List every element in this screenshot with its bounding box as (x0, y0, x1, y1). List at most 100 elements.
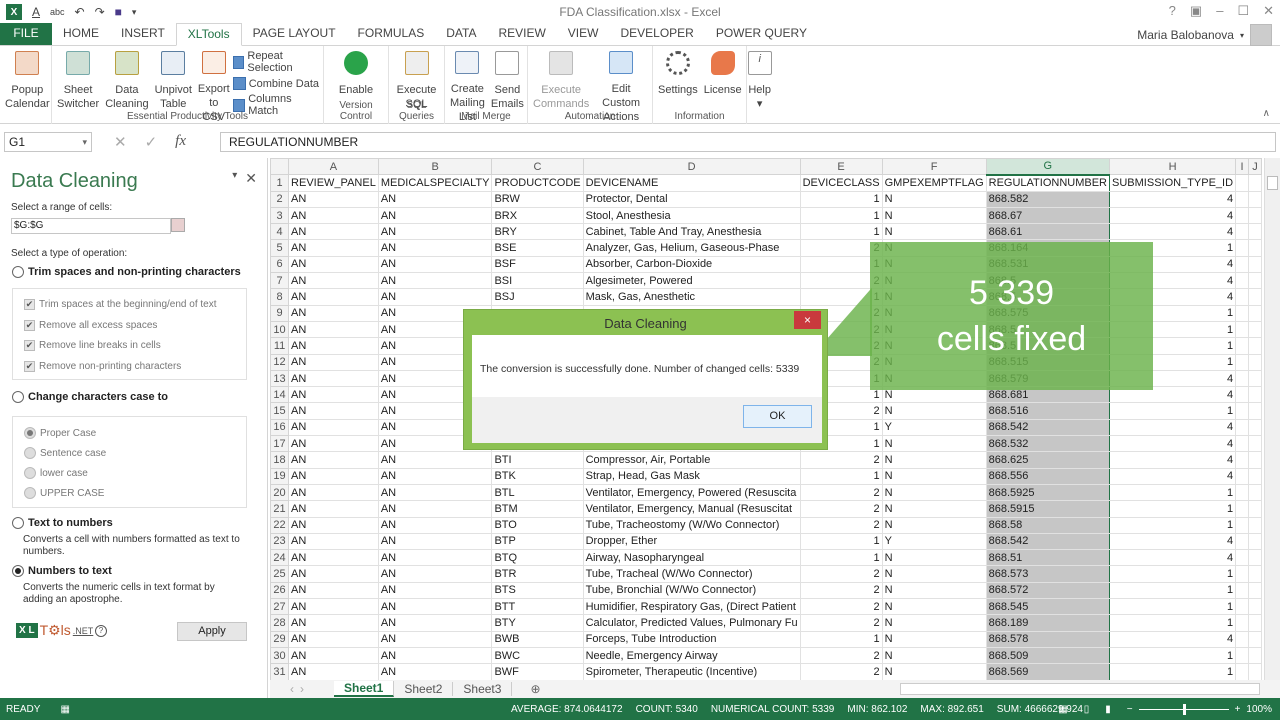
cell[interactable]: BTM (491, 500, 584, 518)
cell[interactable] (1248, 174, 1262, 192)
range-select-icon[interactable] (171, 218, 185, 232)
cell[interactable] (1248, 239, 1262, 257)
column-header-d[interactable]: D (582, 158, 801, 176)
cell[interactable]: AN (377, 255, 493, 274)
zoom-slider[interactable] (1138, 703, 1229, 715)
cell[interactable]: 868.5925 (985, 483, 1111, 502)
cell[interactable]: AN (377, 516, 493, 534)
cell[interactable]: 2 (799, 516, 883, 534)
cell[interactable]: Stool, Anesthesia (582, 206, 801, 225)
cell[interactable]: Ventilator, Emergency, Powered (Resuscit… (582, 483, 801, 502)
cell[interactable]: N (881, 614, 987, 632)
cell[interactable]: 4 (1109, 223, 1237, 241)
column-header-f[interactable]: F (881, 158, 987, 176)
cell[interactable]: AN (377, 206, 493, 225)
cell[interactable]: AN (288, 272, 379, 290)
select-all-corner[interactable] (270, 158, 290, 176)
cell[interactable] (1235, 483, 1250, 502)
cell[interactable]: N (881, 516, 987, 534)
cell[interactable]: 2 (799, 663, 883, 680)
cell[interactable]: MEDICALSPECIALTY (377, 174, 493, 192)
radio-numbers-to-text[interactable]: Numbers to text (12, 565, 112, 577)
row-header[interactable]: 30 (270, 646, 290, 665)
cell[interactable]: 4 (1109, 190, 1237, 208)
cell[interactable]: 2 (799, 565, 883, 583)
cell[interactable] (1248, 451, 1262, 469)
cell[interactable]: N (881, 435, 987, 453)
tab-view[interactable]: VIEW (557, 23, 610, 45)
cell[interactable]: Mask, Gas, Anesthetic (582, 288, 801, 306)
cell[interactable]: BWF (491, 663, 584, 680)
ribbon-display-icon[interactable]: ▣ (1190, 3, 1202, 19)
cell[interactable]: 868.569 (985, 663, 1111, 680)
zoom-in-icon[interactable]: + (1235, 704, 1241, 715)
tab-home[interactable]: HOME (52, 23, 110, 45)
customize-icon[interactable]: ▾ (132, 7, 137, 18)
cell[interactable]: Ventilator, Emergency, Manual (Resuscita… (582, 500, 801, 518)
cell[interactable]: 2 (799, 500, 883, 518)
cell[interactable] (1248, 418, 1262, 437)
cell[interactable]: BTL (491, 483, 584, 502)
cancel-icon[interactable]: ✕ (114, 133, 127, 151)
user-name[interactable]: Maria Balobanova (1137, 28, 1234, 42)
cell[interactable]: AN (288, 353, 379, 371)
cell[interactable]: 868.509 (985, 646, 1111, 665)
case-option[interactable]: lower case (24, 467, 88, 479)
cell[interactable]: 4 (1109, 206, 1237, 225)
vertical-scrollbar[interactable] (1264, 158, 1280, 680)
cell[interactable]: 4 (1109, 418, 1237, 437)
cell[interactable] (1248, 369, 1262, 388)
cell[interactable]: REVIEW_PANEL (288, 174, 379, 192)
cell[interactable]: AN (288, 402, 379, 420)
cell[interactable]: BTP (491, 532, 584, 551)
cell[interactable]: BSJ (491, 288, 584, 306)
cell[interactable]: AN (377, 646, 493, 665)
cell[interactable]: BTQ (491, 549, 584, 567)
cell[interactable] (1235, 402, 1250, 420)
cell[interactable]: AN (288, 288, 379, 306)
redo-icon[interactable]: ↷ (95, 5, 105, 19)
cell[interactable]: AN (377, 663, 493, 680)
cell[interactable] (1235, 614, 1250, 632)
cell[interactable]: 868.51 (985, 549, 1111, 567)
cell[interactable] (1235, 239, 1250, 257)
cell[interactable]: AN (288, 386, 379, 404)
cell[interactable]: 868.189 (985, 614, 1111, 632)
cell[interactable] (1248, 581, 1262, 600)
cell[interactable]: AN (288, 223, 379, 241)
cell[interactable]: 1 (799, 206, 883, 225)
minimize-icon[interactable]: – (1216, 3, 1223, 19)
cell[interactable] (1235, 369, 1250, 388)
row-header[interactable]: 15 (270, 402, 290, 420)
cell[interactable] (1248, 483, 1262, 502)
tab-formulas[interactable]: FORMULAS (347, 23, 436, 45)
cell[interactable]: 2 (799, 598, 883, 616)
cell[interactable]: AN (288, 663, 379, 680)
cell[interactable]: 1 (1109, 598, 1237, 616)
cell[interactable] (1235, 435, 1250, 453)
cell[interactable]: 1 (1109, 663, 1237, 680)
cell[interactable]: 2 (799, 451, 883, 469)
case-option[interactable]: Sentence case (24, 447, 106, 459)
cell[interactable]: DEVICENAME (582, 174, 801, 192)
cell[interactable]: 868.67 (985, 206, 1111, 225)
cell[interactable] (1248, 532, 1262, 551)
column-header-a[interactable]: A (288, 158, 379, 176)
cell[interactable]: AN (377, 549, 493, 567)
cell[interactable]: 868.625 (985, 451, 1111, 469)
cell[interactable]: AN (377, 190, 493, 208)
cell[interactable]: Tube, Bronchial (W/Wo Connector) (582, 581, 801, 600)
page-break-view-icon[interactable]: ▮ (1105, 704, 1111, 715)
cell[interactable]: 1 (799, 630, 883, 648)
cell[interactable]: Algesimeter, Powered (582, 272, 801, 290)
popup-calendar-button[interactable]: Popup Calendar (2, 48, 53, 124)
cell[interactable]: N (881, 500, 987, 518)
cell[interactable]: N (881, 451, 987, 469)
prev-sheet-icon[interactable]: ‹ (290, 682, 294, 696)
cell[interactable]: Dropper, Ether (582, 532, 801, 551)
cell[interactable]: AN (288, 646, 379, 665)
close-icon[interactable]: ✕ (1263, 3, 1274, 19)
cell[interactable]: AN (288, 451, 379, 469)
cell[interactable]: Strap, Head, Gas Mask (582, 467, 801, 485)
row-header[interactable]: 17 (270, 435, 290, 453)
